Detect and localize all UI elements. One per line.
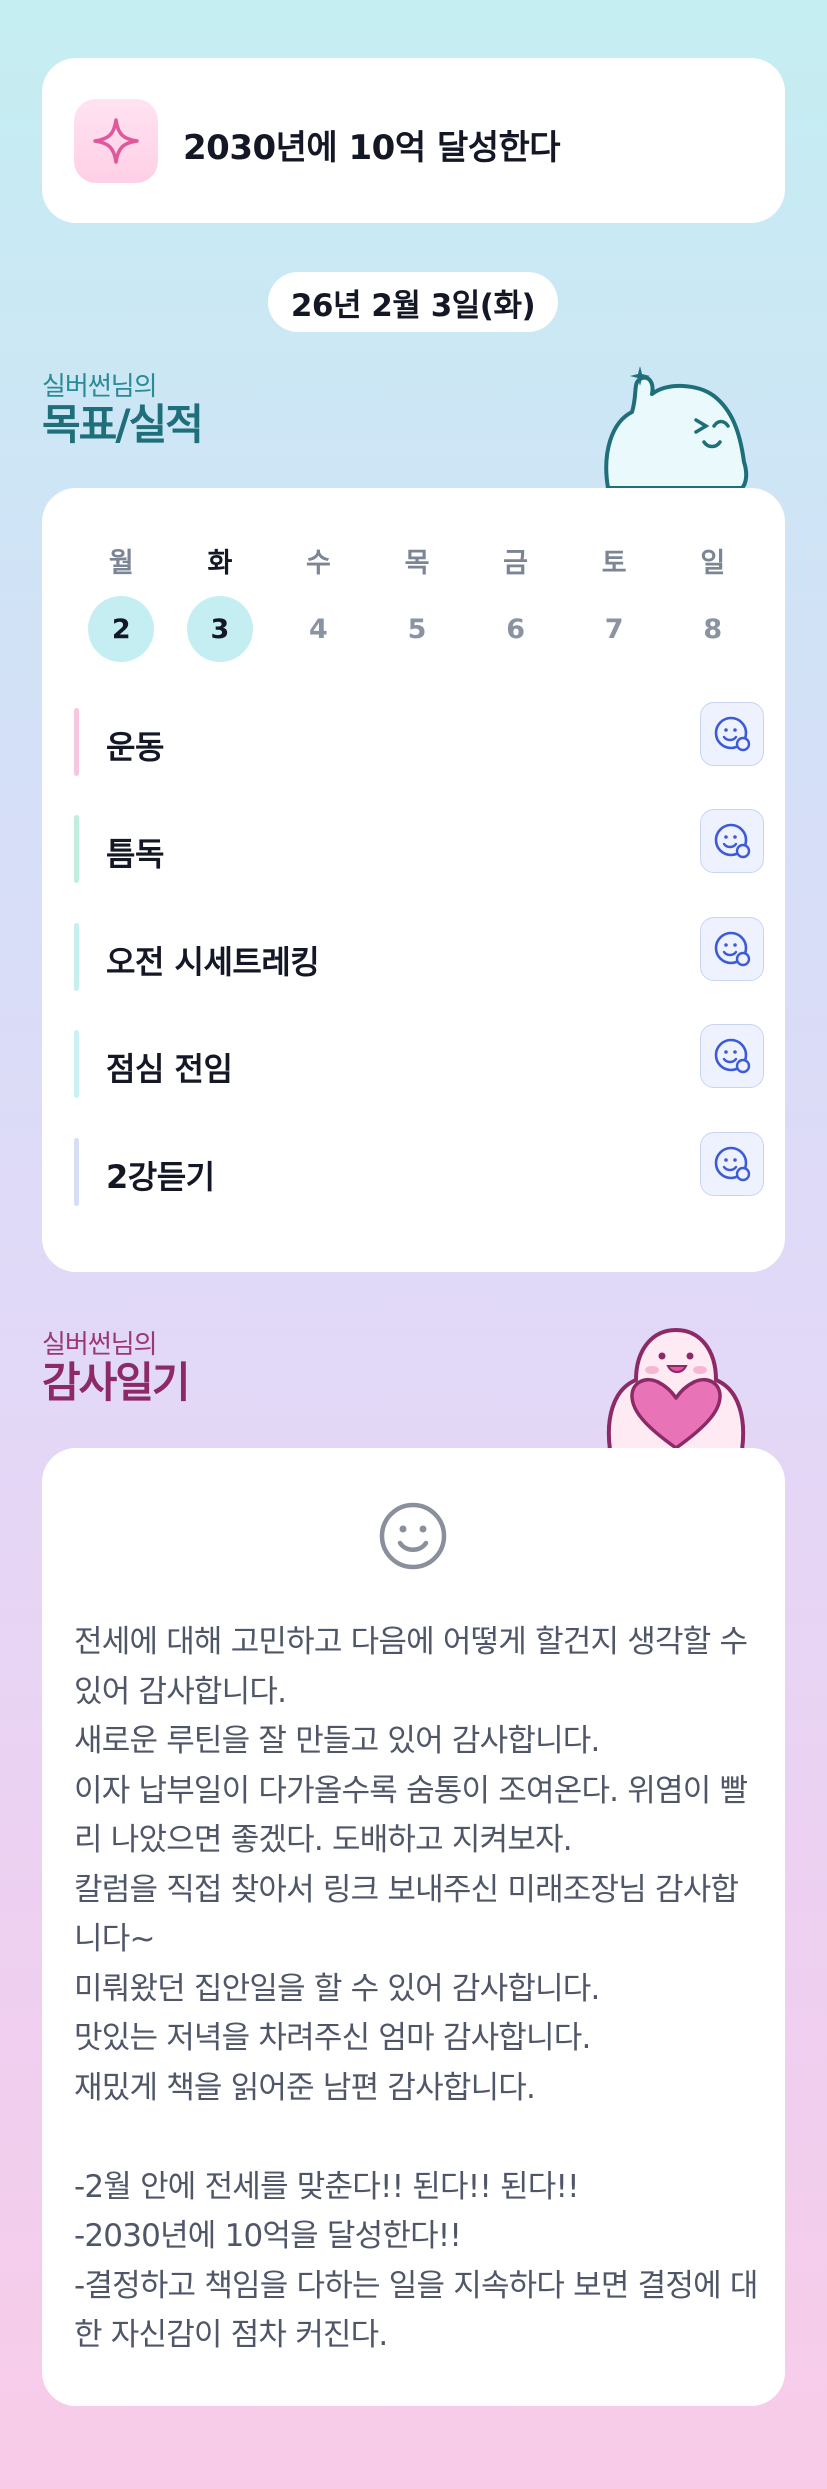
- diary-entry-text: 전세에 대해 고민하고 다음에 어떻게 할건지 생각할 수 있어 감사합니다. …: [74, 1624, 758, 2353]
- date-selector[interactable]: 26년 2월 3일(화): [268, 272, 558, 332]
- section-owner-label: 실버썬님의: [42, 1330, 158, 1360]
- diary-section-title: 실버썬님의 감사일기: [42, 1330, 191, 1407]
- section-heading: 목표/실적: [42, 400, 204, 449]
- task-item: 점심 전임: [74, 1024, 764, 1098]
- date-3[interactable]: 3: [171, 596, 270, 662]
- week-dates: 2 3 4 5 6 7 8: [72, 596, 762, 662]
- date-2[interactable]: 2: [72, 596, 171, 662]
- date-7[interactable]: 7: [565, 596, 664, 662]
- task-item: 틈독: [74, 809, 764, 883]
- task-color-bar: [74, 1138, 79, 1206]
- weekday-wed: 수: [306, 548, 331, 579]
- weekday-sun: 일: [700, 548, 726, 579]
- task-item: 오전 시세트레킹: [74, 917, 764, 991]
- weekday-tue: 화: [207, 548, 233, 579]
- ghost-heart-mascot: [596, 1320, 756, 1454]
- date-5[interactable]: 5: [368, 596, 467, 662]
- weekday-sat: 토: [601, 548, 627, 579]
- task-item: 운동: [74, 702, 764, 776]
- mood-add-button[interactable]: [700, 1132, 764, 1196]
- smiley-add-icon: [714, 931, 751, 967]
- mood-add-button[interactable]: [700, 917, 764, 981]
- smiley-add-icon: [714, 1146, 751, 1182]
- ghost-waving-mascot: [598, 362, 758, 496]
- smiley-add-icon: [714, 823, 751, 859]
- sparkle-icon: [74, 99, 158, 183]
- section-owner-label: 실버썬님의: [42, 372, 158, 402]
- smiley-add-icon: [714, 1038, 751, 1074]
- task-color-bar: [74, 815, 79, 883]
- weekly-goals-card: 월 화 수 목 금 토 일 2 3 4 5 6 7 8 운동 틈독 오전 시세트…: [42, 488, 785, 1272]
- date-8[interactable]: 8: [663, 596, 762, 662]
- weekday-header: 월 화 수 목 금 토 일: [72, 544, 762, 584]
- date-4[interactable]: 4: [269, 596, 368, 662]
- task-label: 오전 시세트레킹: [106, 943, 320, 981]
- task-label: 2강듣기: [106, 1158, 215, 1196]
- task-label: 틈독: [106, 835, 164, 873]
- gratitude-diary-card[interactable]: 전세에 대해 고민하고 다음에 어떻게 할건지 생각할 수 있어 감사합니다. …: [42, 1448, 785, 2406]
- weekday-mon: 월: [108, 548, 134, 579]
- goals-section-title: 실버썬님의 목표/실적: [42, 372, 204, 449]
- goal-text: 2030년에 10억 달성한다: [183, 128, 561, 168]
- weekday-fri: 금: [503, 548, 529, 579]
- task-label: 점심 전임: [106, 1050, 233, 1088]
- task-color-bar: [74, 923, 79, 991]
- task-label: 운동: [106, 728, 164, 766]
- mood-add-button[interactable]: [700, 1024, 764, 1088]
- mood-add-button[interactable]: [700, 702, 764, 766]
- task-color-bar: [74, 1030, 79, 1098]
- mood-add-button[interactable]: [700, 809, 764, 873]
- weekday-thu: 목: [404, 548, 430, 579]
- smiley-add-icon: [714, 716, 751, 752]
- goal-card[interactable]: 2030년에 10억 달성한다: [42, 58, 785, 223]
- date-6[interactable]: 6: [466, 596, 565, 662]
- smiley-icon[interactable]: [377, 1500, 449, 1576]
- task-item: 2강듣기: [74, 1132, 764, 1206]
- section-heading: 감사일기: [42, 1358, 191, 1407]
- task-color-bar: [74, 708, 79, 776]
